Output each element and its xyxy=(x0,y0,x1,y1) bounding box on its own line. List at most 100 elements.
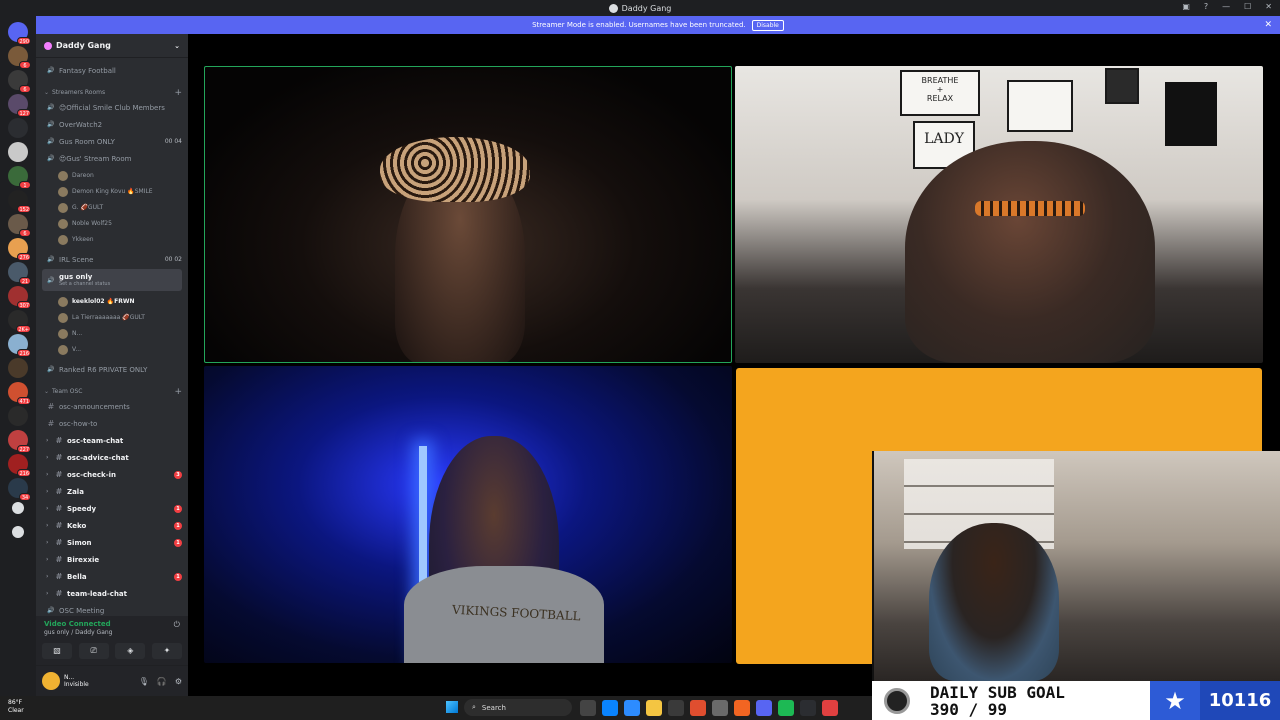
taskbar-app-icon[interactable] xyxy=(734,700,750,716)
channel-category[interactable]: ⌄ Streamers Rooms + xyxy=(42,85,182,100)
disable-streamer-mode-button[interactable]: Disable xyxy=(751,19,784,31)
headphones-icon[interactable]: 🎧 xyxy=(157,677,167,686)
help-icon[interactable]: ? xyxy=(1204,2,1208,11)
taskbar-app-icon[interactable] xyxy=(800,700,816,716)
channel-item[interactable]: 🔊 Ranked R6 PRIVATE ONLY xyxy=(42,362,182,377)
server-icon[interactable]: 307 xyxy=(8,286,31,309)
channel-item[interactable]: › # team-lead-chat xyxy=(42,586,182,601)
inbox-icon[interactable]: ▣ xyxy=(1182,2,1190,11)
voice-participant[interactable]: Demon King Kovu 🔥SMILE xyxy=(42,184,182,199)
add-channel-icon[interactable]: + xyxy=(174,88,182,98)
server-icon[interactable]: 6 xyxy=(8,46,31,69)
taskbar-app-icon[interactable] xyxy=(602,700,618,716)
taskbar-app-icon[interactable] xyxy=(822,700,838,716)
server-icon[interactable]: 290 xyxy=(8,22,31,45)
voice-participant[interactable]: Ykkeen xyxy=(42,232,182,247)
channel-item[interactable]: › # Simon 1 xyxy=(42,535,182,550)
server-icon[interactable] xyxy=(8,118,28,138)
server-icon[interactable]: 276 xyxy=(8,238,31,261)
maximize-button[interactable]: ☐ xyxy=(1244,2,1251,11)
taskbar-app-icon[interactable] xyxy=(646,700,662,716)
video-tile-2[interactable]: BREATHE + RELAX LADY xyxy=(735,66,1263,363)
video-tile-1[interactable] xyxy=(204,66,732,363)
avatar xyxy=(58,234,68,245)
minimize-button[interactable]: — xyxy=(1222,2,1230,11)
channel-status[interactable]: Set a channel status xyxy=(59,281,110,287)
voice-participant[interactable]: La Tierraaaaaaa 🏈GULT xyxy=(42,310,182,325)
disconnect-icon[interactable]: ⏻ xyxy=(174,620,180,630)
server-icon[interactable]: 6 xyxy=(8,70,31,93)
channel-item[interactable]: # osc-how-to xyxy=(42,416,182,431)
avatar[interactable] xyxy=(42,672,60,690)
channel-item[interactable]: 🔊 Fantasy Football xyxy=(42,63,182,78)
channel-category[interactable]: ⌄ Team OSC + xyxy=(42,384,182,399)
server-icon[interactable]: 21 xyxy=(8,262,31,285)
server-icon[interactable]: 2K+ xyxy=(8,310,31,333)
server-icon[interactable]: 216 xyxy=(8,454,31,477)
microphone-icon[interactable]: 🎙 xyxy=(139,677,149,686)
settings-gear-icon[interactable]: ⚙ xyxy=(175,677,182,686)
taskbar-app-icon[interactable] xyxy=(580,700,596,716)
channel-label: Speedy xyxy=(67,504,97,513)
channel-item[interactable]: 🔊 gus only Set a channel status xyxy=(42,269,182,291)
server-icon[interactable] xyxy=(8,358,28,378)
channel-item[interactable]: › # Zala xyxy=(42,484,182,499)
channel-item[interactable]: › # Birexxie xyxy=(42,552,182,567)
banner-close-icon[interactable]: ✕ xyxy=(1264,20,1272,30)
voice-participant[interactable]: G. 🏈GULT xyxy=(42,200,182,215)
voice-status[interactable]: Video Connected xyxy=(44,620,111,628)
mention-badge: 276 xyxy=(17,253,31,261)
voice-participant[interactable]: N... xyxy=(42,326,182,341)
server-icon[interactable]: 227 xyxy=(8,430,31,453)
weather-widget[interactable]: 86°F Clear xyxy=(8,699,24,715)
taskbar-app-icon[interactable] xyxy=(624,700,640,716)
mention-badge: 6 xyxy=(19,229,31,237)
server-icon[interactable]: 6 xyxy=(8,214,31,237)
voice-participant[interactable]: Noble Wolf25 xyxy=(42,216,182,231)
channel-item[interactable]: › # osc-team-chat xyxy=(42,433,182,448)
server-icon[interactable]: 152 xyxy=(8,190,31,213)
camera-off-icon[interactable]: ▧ xyxy=(42,643,72,659)
channel-item[interactable]: # osc-announcements xyxy=(42,399,182,414)
close-window-button[interactable]: ✕ xyxy=(1265,2,1272,11)
server-icon[interactable] xyxy=(8,142,28,162)
channel-item[interactable]: › # osc-check-in 3 xyxy=(42,467,182,482)
channel-item[interactable]: 🔊 😊Official Smile Club Members xyxy=(42,100,182,115)
server-icon[interactable]: 34 xyxy=(8,478,31,501)
server-icon[interactable]: 471 xyxy=(8,382,31,405)
voice-participant[interactable]: keeklol02 🔥FRWN xyxy=(42,294,182,309)
voice-participant[interactable]: V... xyxy=(42,342,182,357)
guild-header[interactable]: Daddy Gang ⌄ xyxy=(36,34,188,58)
channel-item[interactable]: 🔊 😍Gus' Stream Room xyxy=(42,151,182,166)
server-icon[interactable]: 216 xyxy=(8,334,31,357)
video-tile-3[interactable]: VIKINGS FOOTBALL xyxy=(204,366,732,663)
channel-item[interactable]: 🔊 IRL Scene 00 02 xyxy=(42,252,182,267)
chevron-down-icon[interactable]: ⌄ xyxy=(174,42,180,50)
taskbar-app-icon[interactable] xyxy=(756,700,772,716)
taskbar-app-icon[interactable] xyxy=(690,700,706,716)
taskbar-search[interactable]: ⌕ Search xyxy=(464,699,572,716)
screen-share-icon[interactable]: ⎚ xyxy=(78,643,109,659)
channel-item[interactable]: 🔊 OverWatch2 xyxy=(42,117,182,132)
voice-channel-icon: 🔊 xyxy=(47,121,55,128)
channel-item[interactable]: › # Keko 1 xyxy=(42,518,182,533)
voice-location[interactable]: gus only / Daddy Gang xyxy=(44,629,112,636)
taskbar-app-icon[interactable] xyxy=(778,700,794,716)
discover-icon[interactable] xyxy=(12,526,24,538)
channel-item[interactable]: › # osc-advice-chat xyxy=(42,450,182,465)
voice-participant[interactable]: Dareon xyxy=(42,168,182,183)
search-placeholder: Search xyxy=(481,703,506,712)
taskbar-app-icon[interactable] xyxy=(712,700,728,716)
channel-item[interactable]: › # Bella 1 xyxy=(42,569,182,584)
channel-item[interactable]: › # Speedy 1 xyxy=(42,501,182,516)
server-icon[interactable] xyxy=(8,406,28,426)
activity-icon[interactable]: ◈ xyxy=(115,643,146,659)
soundboard-icon[interactable]: ✦ xyxy=(151,643,182,659)
taskbar-app-icon[interactable] xyxy=(668,700,684,716)
windows-start-icon[interactable] xyxy=(446,701,458,713)
server-icon[interactable]: 1 xyxy=(8,166,31,189)
server-icon[interactable]: 127 xyxy=(8,94,31,117)
add-channel-icon[interactable]: + xyxy=(174,387,182,397)
channel-item[interactable]: 🔊 Gus Room ONLY 00 04 xyxy=(42,134,182,149)
add-server-icon[interactable] xyxy=(12,502,24,514)
